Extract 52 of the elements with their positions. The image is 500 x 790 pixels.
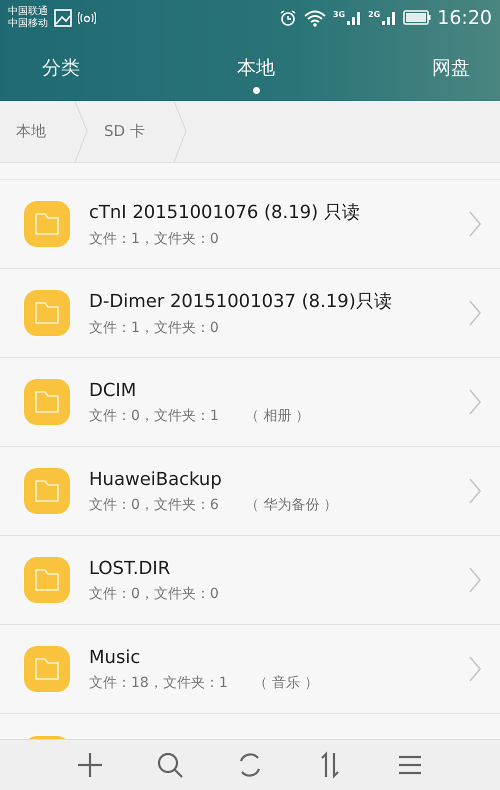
hotspot-icon — [78, 10, 96, 24]
folder-icon — [24, 379, 70, 425]
folder-icon — [24, 468, 70, 514]
folder-name: HuaweiBackup — [89, 468, 223, 490]
image-icon — [54, 8, 72, 26]
folder-name: LOST.DIR — [89, 558, 172, 578]
chevron-right-icon — [468, 211, 482, 237]
folder-counts: 文件：1，文件夹：0 — [89, 230, 219, 248]
alarm-icon — [278, 8, 297, 26]
folder-row[interactable]: cTnI 20151001076 (8.19) 只读 文件：1，文件夹：0 — [0, 180, 500, 269]
folder-icon — [24, 290, 70, 336]
folder-note: （ 音乐 ） — [254, 674, 319, 692]
folder-note: （ 相册 ） — [244, 406, 310, 424]
folder-note: （ 华为备份 ） — [244, 496, 338, 514]
breadcrumb-item[interactable]: 本地 — [0, 101, 74, 162]
chevron-right-icon — [468, 656, 482, 682]
network-type-label: 3G — [332, 10, 346, 18]
search-icon[interactable] — [155, 750, 185, 780]
chevron-right-icon — [468, 567, 482, 593]
folder-row[interactable]: HuaweiBackup 文件：0，文件夹：6 （ 华为备份 ） — [0, 447, 500, 536]
battery-icon — [403, 10, 432, 25]
folder-row[interactable]: LOST.DIR 文件：0，文件夹：0 — [0, 536, 500, 625]
carrier-name: 中国联通 — [8, 6, 48, 18]
signal-icon — [381, 10, 398, 26]
folder-name: D-Dimer 20151001037 (8.19)只读 — [89, 290, 393, 313]
folder-counts: 文件：18，文件夹：1 — [89, 674, 228, 692]
carrier-name: 中国移动 — [8, 18, 48, 30]
folder-counts: 文件：0，文件夹：0 — [89, 584, 219, 602]
chevron-right-icon — [468, 300, 482, 326]
tab[interactable]: 网盘 — [422, 35, 480, 101]
folder-row[interactable]: DCIM 文件：0，文件夹：1 （ 相册 ） — [0, 358, 500, 447]
signal-icon — [346, 10, 362, 26]
chevron-right-icon — [468, 478, 482, 504]
tab[interactable]: 分类 — [32, 35, 90, 101]
folder-icon — [24, 646, 70, 692]
add-icon[interactable] — [75, 750, 105, 780]
folder-row[interactable]: Music 文件：18，文件夹：1 （ 音乐 ） — [0, 625, 500, 714]
folder-icon — [24, 557, 70, 603]
chevron-right-icon — [468, 389, 482, 415]
folder-counts: 文件：0，文件夹：6 — [89, 496, 219, 514]
network-type-label: 2G — [368, 10, 380, 18]
folder-counts: 文件：1，文件夹：0 — [89, 319, 219, 337]
clock-time: 16:20 — [437, 6, 492, 28]
folder-counts: 文件：0，文件夹：1 — [89, 406, 219, 424]
wifi-icon — [302, 8, 327, 26]
breadcrumb-item[interactable]: SD 卡 — [88, 101, 173, 162]
folder-icon — [24, 201, 70, 247]
folder-name: cTnI 20151001076 (8.19) 只读 — [89, 201, 361, 224]
folder-row[interactable]: D-Dimer 20151001037 (8.19)只读 文件：1，文件夹：0 — [0, 269, 500, 358]
tab[interactable]: 本地 — [227, 35, 285, 101]
folder-name: DCIM — [89, 380, 138, 400]
folder-name: Music — [89, 646, 142, 668]
